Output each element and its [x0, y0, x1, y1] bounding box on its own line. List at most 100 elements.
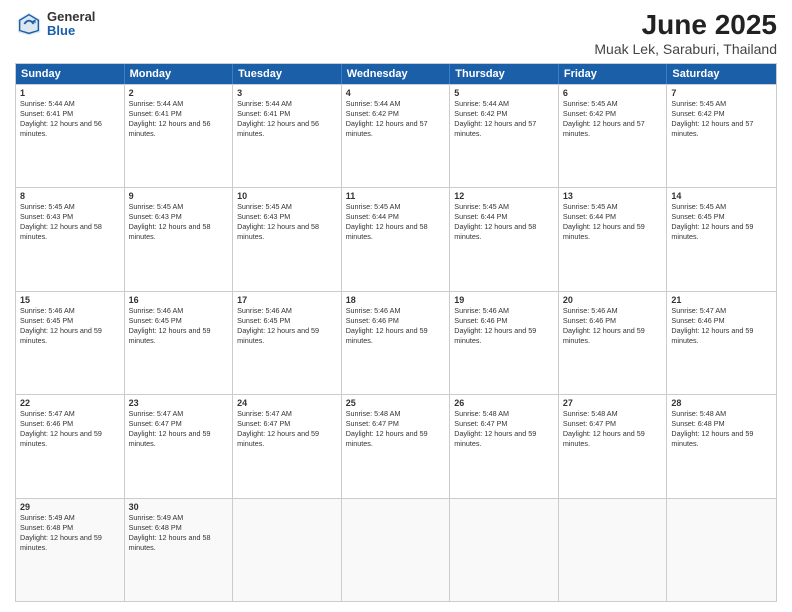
daylight-label: Daylight: 12 hours and 56 minutes.: [237, 119, 319, 138]
header: General Blue June 2025 Muak Lek, Sarabur…: [15, 10, 777, 57]
sunset-label: Sunset: 6:42 PM: [563, 109, 616, 118]
calendar-cell-5-1: 29Sunrise: 5:49 AMSunset: 6:48 PMDayligh…: [16, 499, 125, 601]
daylight-label: Daylight: 12 hours and 57 minutes.: [454, 119, 536, 138]
sunrise-label: Sunrise: 5:46 AM: [20, 306, 75, 315]
sunrise-label: Sunrise: 5:47 AM: [237, 409, 292, 418]
day-info: Sunrise: 5:49 AMSunset: 6:48 PMDaylight:…: [20, 513, 120, 553]
daylight-label: Daylight: 12 hours and 59 minutes.: [671, 326, 753, 345]
logo: General Blue: [15, 10, 95, 39]
day-info: Sunrise: 5:46 AMSunset: 6:46 PMDaylight:…: [346, 306, 446, 346]
sunrise-label: Sunrise: 5:49 AM: [20, 513, 75, 522]
calendar-cell-2-6: 13Sunrise: 5:45 AMSunset: 6:44 PMDayligh…: [559, 188, 668, 290]
daylight-label: Daylight: 12 hours and 59 minutes.: [671, 429, 753, 448]
sunrise-label: Sunrise: 5:45 AM: [563, 202, 618, 211]
daylight-label: Daylight: 12 hours and 59 minutes.: [671, 222, 753, 241]
sunset-label: Sunset: 6:46 PM: [563, 316, 616, 325]
sunset-label: Sunset: 6:42 PM: [346, 109, 399, 118]
day-info: Sunrise: 5:48 AMSunset: 6:47 PMDaylight:…: [563, 409, 663, 449]
day-info: Sunrise: 5:44 AMSunset: 6:42 PMDaylight:…: [346, 99, 446, 139]
sunrise-label: Sunrise: 5:45 AM: [237, 202, 292, 211]
sunset-label: Sunset: 6:48 PM: [20, 523, 73, 532]
daylight-label: Daylight: 12 hours and 59 minutes.: [454, 326, 536, 345]
sunrise-label: Sunrise: 5:44 AM: [346, 99, 401, 108]
day-number: 7: [671, 88, 772, 98]
daylight-label: Daylight: 12 hours and 59 minutes.: [237, 429, 319, 448]
calendar-cell-4-4: 25Sunrise: 5:48 AMSunset: 6:47 PMDayligh…: [342, 395, 451, 497]
header-saturday: Saturday: [667, 64, 776, 84]
sunset-label: Sunset: 6:47 PM: [237, 419, 290, 428]
day-number: 1: [20, 88, 120, 98]
day-info: Sunrise: 5:45 AMSunset: 6:43 PMDaylight:…: [237, 202, 337, 242]
sunrise-label: Sunrise: 5:46 AM: [563, 306, 618, 315]
day-number: 15: [20, 295, 120, 305]
daylight-label: Daylight: 12 hours and 58 minutes.: [237, 222, 319, 241]
day-info: Sunrise: 5:45 AMSunset: 6:44 PMDaylight:…: [454, 202, 554, 242]
calendar-cell-1-2: 2Sunrise: 5:44 AMSunset: 6:41 PMDaylight…: [125, 85, 234, 187]
sunset-label: Sunset: 6:44 PM: [563, 212, 616, 221]
daylight-label: Daylight: 12 hours and 56 minutes.: [20, 119, 102, 138]
day-info: Sunrise: 5:46 AMSunset: 6:45 PMDaylight:…: [237, 306, 337, 346]
sunset-label: Sunset: 6:43 PM: [237, 212, 290, 221]
sunset-label: Sunset: 6:47 PM: [454, 419, 507, 428]
day-number: 30: [129, 502, 229, 512]
day-number: 27: [563, 398, 663, 408]
calendar: Sunday Monday Tuesday Wednesday Thursday…: [15, 63, 777, 602]
sunrise-label: Sunrise: 5:46 AM: [129, 306, 184, 315]
daylight-label: Daylight: 12 hours and 59 minutes.: [454, 429, 536, 448]
logo-icon: [15, 10, 43, 38]
day-info: Sunrise: 5:44 AMSunset: 6:41 PMDaylight:…: [237, 99, 337, 139]
calendar-cell-2-5: 12Sunrise: 5:45 AMSunset: 6:44 PMDayligh…: [450, 188, 559, 290]
daylight-label: Daylight: 12 hours and 59 minutes.: [563, 326, 645, 345]
day-number: 24: [237, 398, 337, 408]
day-info: Sunrise: 5:47 AMSunset: 6:46 PMDaylight:…: [671, 306, 772, 346]
calendar-cell-4-6: 27Sunrise: 5:48 AMSunset: 6:47 PMDayligh…: [559, 395, 668, 497]
calendar-cell-5-5: [450, 499, 559, 601]
calendar-cell-2-2: 9Sunrise: 5:45 AMSunset: 6:43 PMDaylight…: [125, 188, 234, 290]
day-info: Sunrise: 5:45 AMSunset: 6:45 PMDaylight:…: [671, 202, 772, 242]
calendar-cell-1-3: 3Sunrise: 5:44 AMSunset: 6:41 PMDaylight…: [233, 85, 342, 187]
daylight-label: Daylight: 12 hours and 59 minutes.: [346, 326, 428, 345]
daylight-label: Daylight: 12 hours and 59 minutes.: [20, 429, 102, 448]
day-number: 13: [563, 191, 663, 201]
calendar-cell-3-5: 19Sunrise: 5:46 AMSunset: 6:46 PMDayligh…: [450, 292, 559, 394]
calendar-cell-3-1: 15Sunrise: 5:46 AMSunset: 6:45 PMDayligh…: [16, 292, 125, 394]
calendar-row-2: 8Sunrise: 5:45 AMSunset: 6:43 PMDaylight…: [16, 187, 776, 290]
day-info: Sunrise: 5:44 AMSunset: 6:41 PMDaylight:…: [20, 99, 120, 139]
calendar-cell-5-4: [342, 499, 451, 601]
daylight-label: Daylight: 12 hours and 58 minutes.: [129, 222, 211, 241]
calendar-cell-4-2: 23Sunrise: 5:47 AMSunset: 6:47 PMDayligh…: [125, 395, 234, 497]
daylight-label: Daylight: 12 hours and 57 minutes.: [346, 119, 428, 138]
calendar-page: General Blue June 2025 Muak Lek, Sarabur…: [0, 0, 792, 612]
daylight-label: Daylight: 12 hours and 59 minutes.: [237, 326, 319, 345]
calendar-cell-3-4: 18Sunrise: 5:46 AMSunset: 6:46 PMDayligh…: [342, 292, 451, 394]
sunset-label: Sunset: 6:45 PM: [237, 316, 290, 325]
sunset-label: Sunset: 6:45 PM: [20, 316, 73, 325]
logo-general-text: General: [47, 10, 95, 24]
calendar-cell-5-2: 30Sunrise: 5:49 AMSunset: 6:48 PMDayligh…: [125, 499, 234, 601]
calendar-cell-3-6: 20Sunrise: 5:46 AMSunset: 6:46 PMDayligh…: [559, 292, 668, 394]
day-info: Sunrise: 5:44 AMSunset: 6:42 PMDaylight:…: [454, 99, 554, 139]
day-number: 6: [563, 88, 663, 98]
daylight-label: Daylight: 12 hours and 56 minutes.: [129, 119, 211, 138]
day-number: 16: [129, 295, 229, 305]
day-info: Sunrise: 5:44 AMSunset: 6:41 PMDaylight:…: [129, 99, 229, 139]
calendar-cell-3-2: 16Sunrise: 5:46 AMSunset: 6:45 PMDayligh…: [125, 292, 234, 394]
day-number: 22: [20, 398, 120, 408]
day-number: 5: [454, 88, 554, 98]
day-info: Sunrise: 5:45 AMSunset: 6:42 PMDaylight:…: [671, 99, 772, 139]
calendar-cell-4-7: 28Sunrise: 5:48 AMSunset: 6:48 PMDayligh…: [667, 395, 776, 497]
day-info: Sunrise: 5:48 AMSunset: 6:47 PMDaylight:…: [346, 409, 446, 449]
header-monday: Monday: [125, 64, 234, 84]
day-number: 18: [346, 295, 446, 305]
calendar-cell-2-4: 11Sunrise: 5:45 AMSunset: 6:44 PMDayligh…: [342, 188, 451, 290]
day-info: Sunrise: 5:46 AMSunset: 6:46 PMDaylight:…: [563, 306, 663, 346]
sunrise-label: Sunrise: 5:46 AM: [454, 306, 509, 315]
sunset-label: Sunset: 6:43 PM: [20, 212, 73, 221]
daylight-label: Daylight: 12 hours and 59 minutes.: [346, 429, 428, 448]
sunrise-label: Sunrise: 5:47 AM: [129, 409, 184, 418]
calendar-row-5: 29Sunrise: 5:49 AMSunset: 6:48 PMDayligh…: [16, 498, 776, 601]
day-info: Sunrise: 5:49 AMSunset: 6:48 PMDaylight:…: [129, 513, 229, 553]
sunset-label: Sunset: 6:46 PM: [346, 316, 399, 325]
sunset-label: Sunset: 6:41 PM: [20, 109, 73, 118]
sunrise-label: Sunrise: 5:45 AM: [346, 202, 401, 211]
